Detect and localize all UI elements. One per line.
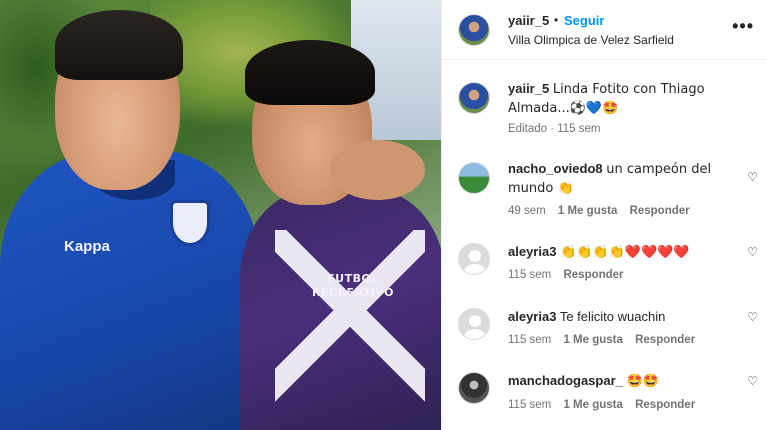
comment-meta: 115 sem 1 Me gusta Responder <box>508 399 704 411</box>
commenter-avatar[interactable] <box>458 308 490 340</box>
reply-button[interactable]: Responder <box>563 269 623 281</box>
player-left-hair <box>55 10 183 80</box>
author-username[interactable]: yaiir_5 <box>508 13 549 28</box>
comment-body: Te felicito wuachin <box>559 309 666 324</box>
jersey-text: FUTBOL RECREATIVO <box>308 272 398 300</box>
comment-time[interactable]: 115 sem <box>508 399 551 411</box>
comment-item: nacho_oviedo8 un campeón del mundo 👏 49 … <box>458 160 758 220</box>
reply-button[interactable]: Responder <box>635 334 695 346</box>
caption: yaiir_5 Linda Fotito con Thiago Almada..… <box>458 80 758 140</box>
comments-panel: yaiir_5 • Seguir Villa Olimpica de Velez… <box>441 0 767 430</box>
author-avatar[interactable] <box>458 14 490 46</box>
commenter-avatar[interactable] <box>458 243 490 275</box>
reply-button[interactable]: Responder <box>630 205 690 217</box>
separator-dot: • <box>554 13 559 27</box>
comment-likes[interactable]: 1 Me gusta <box>558 205 617 217</box>
kappa-logo: Kappa <box>64 238 110 255</box>
comment-item: aleyria3 Te felicito wuachin 115 sem 1 M… <box>458 308 758 352</box>
commenter-avatar[interactable] <box>458 82 490 114</box>
comment-username[interactable]: manchadogaspar_ <box>508 373 623 388</box>
like-heart-icon[interactable]: ♡ <box>747 374 758 388</box>
comment-likes[interactable]: 1 Me gusta <box>563 399 622 411</box>
comment-username[interactable]: yaiir_5 <box>508 81 549 96</box>
comment-username[interactable]: nacho_oviedo8 <box>508 161 603 176</box>
comment-text: yaiir_5 Linda Fotito con Thiago Almada..… <box>508 80 748 118</box>
jersey-v-stripe <box>275 230 425 410</box>
reply-button[interactable]: Responder <box>635 399 695 411</box>
comment-meta: 115 sem Responder <box>508 269 633 281</box>
commenter-avatar[interactable] <box>458 162 490 194</box>
like-heart-icon[interactable]: ♡ <box>747 170 758 184</box>
comment-body: 🤩🤩 <box>626 374 659 389</box>
comment-meta: 115 sem 1 Me gusta Responder <box>508 334 704 346</box>
post-header: yaiir_5 • Seguir Villa Olimpica de Velez… <box>442 0 767 60</box>
like-heart-icon[interactable]: ♡ <box>747 310 758 324</box>
comment-time[interactable]: Editado · 115 sem <box>508 123 600 135</box>
follow-button[interactable]: Seguir <box>564 13 604 28</box>
comment-time[interactable]: 49 sem <box>508 205 546 217</box>
player-arm <box>330 140 425 200</box>
comment-item: aleyria3 👏👏👏👏❤️❤️❤️❤️ 115 sem Responder … <box>458 243 758 287</box>
comment-text: nacho_oviedo8 un campeón del mundo 👏 <box>508 160 744 198</box>
club-crest-left <box>170 200 210 246</box>
more-icon[interactable]: ••• <box>732 16 754 37</box>
comment-body: 👏👏👏👏❤️❤️❤️❤️ <box>560 245 690 260</box>
like-heart-icon[interactable]: ♡ <box>747 245 758 259</box>
player-right-hair <box>245 40 375 105</box>
comment-time[interactable]: 115 sem <box>508 334 551 346</box>
commenter-avatar[interactable] <box>458 372 490 404</box>
post-location[interactable]: Villa Olimpica de Velez Sarfield <box>508 33 674 47</box>
comment-item: manchadogaspar_ 🤩🤩 115 sem 1 Me gusta Re… <box>458 372 758 416</box>
comment-meta: Editado · 115 sem <box>508 123 609 135</box>
comment-text: aleyria3 👏👏👏👏❤️❤️❤️❤️ <box>508 243 744 262</box>
jersey-text-line2: RECREATIVO <box>312 286 394 299</box>
comment-text: manchadogaspar_ 🤩🤩 <box>508 372 744 391</box>
comment-username[interactable]: aleyria3 <box>508 244 556 259</box>
comment-time[interactable]: 115 sem <box>508 269 551 281</box>
comment-text: aleyria3 Te felicito wuachin <box>508 308 744 326</box>
comment-username[interactable]: aleyria3 <box>508 309 556 324</box>
post-photo[interactable]: Kappa FUTBOL RECREATIVO <box>0 0 441 430</box>
jersey-text-line1: FUTBOL <box>327 272 379 285</box>
comment-meta: 49 sem 1 Me gusta Responder <box>508 205 699 217</box>
comment-likes[interactable]: 1 Me gusta <box>563 334 622 346</box>
